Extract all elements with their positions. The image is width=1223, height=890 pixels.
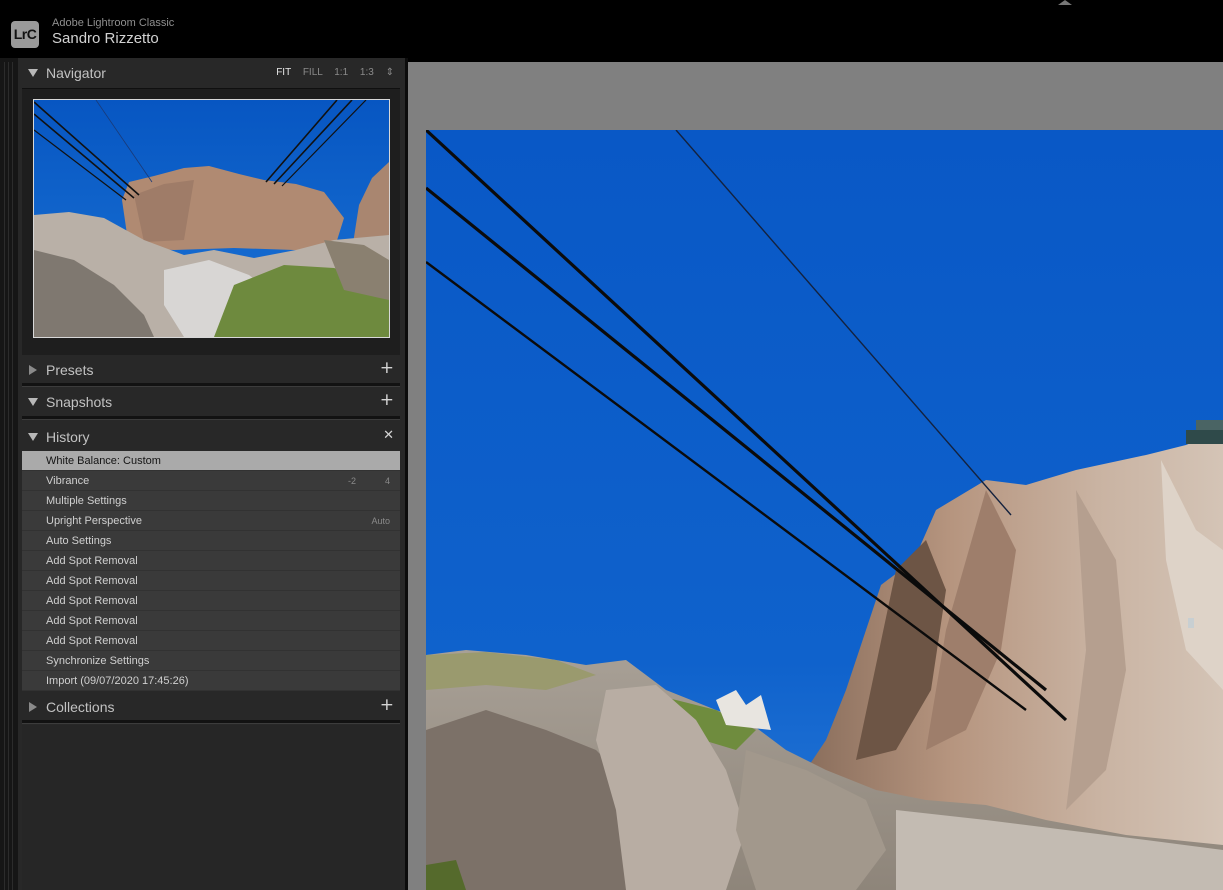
history-item[interactable]: Vibrance -2 4 — [22, 471, 400, 491]
divider — [22, 383, 400, 387]
history-item[interactable]: Auto Settings — [22, 531, 400, 551]
history-item-label: Import (09/07/2020 17:45:26) — [46, 675, 189, 687]
expand-down-icon[interactable] — [28, 432, 38, 442]
history-item-to: Auto — [371, 516, 390, 526]
history-item-to: 4 — [384, 476, 390, 486]
zoom-1-3-option[interactable]: 1:3 — [360, 67, 374, 78]
photo-image — [426, 130, 1223, 890]
loupe-photo[interactable] — [426, 130, 1223, 890]
history-item-from: -2 — [347, 476, 356, 486]
divider — [22, 720, 400, 724]
expand-right-icon[interactable] — [28, 365, 38, 375]
history-item-label: Synchronize Settings — [46, 655, 150, 667]
history-item-label: Add Spot Removal — [46, 595, 138, 607]
history-item-label: White Balance: Custom — [46, 455, 161, 467]
divider — [22, 416, 400, 420]
navigator-thumbnail-image — [34, 100, 389, 337]
left-panel-edge[interactable] — [0, 58, 18, 890]
snapshots-title: Snapshots — [46, 394, 113, 410]
app-name: Adobe Lightroom Classic — [52, 17, 175, 29]
history-item[interactable]: Upright Perspective Auto — [22, 511, 400, 531]
history-item[interactable]: Add Spot Removal — [22, 611, 400, 631]
expand-down-icon[interactable] — [28, 397, 38, 407]
history-title: History — [46, 429, 90, 445]
history-item-label: Add Spot Removal — [46, 615, 138, 627]
presets-header[interactable]: Presets + — [22, 358, 400, 384]
history-item[interactable]: Add Spot Removal — [22, 571, 400, 591]
navigator-title: Navigator — [46, 65, 106, 81]
add-preset-icon[interactable]: + — [380, 358, 394, 378]
clear-history-icon[interactable]: ✕ — [383, 428, 394, 443]
history-header[interactable]: History ✕ — [22, 425, 400, 451]
add-collection-icon[interactable]: + — [380, 695, 394, 715]
add-snapshot-icon[interactable]: + — [380, 390, 394, 410]
history-item-label: Add Spot Removal — [46, 555, 138, 567]
expand-down-icon[interactable] — [28, 68, 38, 78]
history-item[interactable]: Add Spot Removal — [22, 631, 400, 651]
history-item-label: Add Spot Removal — [46, 575, 138, 587]
history-item[interactable]: Import (09/07/2020 17:45:26) — [22, 671, 400, 691]
history-item[interactable]: Add Spot Removal — [22, 551, 400, 571]
history-item-selected[interactable]: White Balance: Custom — [22, 451, 400, 471]
history-item-label: Vibrance — [46, 475, 90, 487]
collections-area — [22, 725, 400, 890]
lightroom-logo: LrC — [11, 21, 39, 48]
identity-plate-user[interactable]: Sandro Rizzetto — [52, 30, 159, 47]
presets-title: Presets — [46, 362, 94, 378]
history-item-label: Upright Perspective — [46, 515, 142, 527]
history-item[interactable]: Multiple Settings — [22, 491, 400, 511]
zoom-1-1-option[interactable]: 1:1 — [334, 67, 348, 78]
history-item-label: Auto Settings — [46, 535, 112, 547]
zoom-stepper-icon[interactable]: ⇕ — [386, 67, 394, 78]
title-bar: LrC Adobe Lightroom Classic Sandro Rizze… — [0, 0, 1223, 58]
history-list: White Balance: Custom Vibrance -2 4 Multip… — [22, 451, 400, 691]
snapshots-header[interactable]: Snapshots + — [22, 390, 400, 416]
zoom-fill-option[interactable]: FILL — [303, 67, 323, 78]
history-item[interactable]: Synchronize Settings — [22, 651, 400, 671]
history-item-label: Multiple Settings — [46, 495, 127, 507]
navigator-thumbnail[interactable] — [33, 99, 390, 338]
zoom-fit-option[interactable]: FIT — [276, 67, 291, 78]
collections-header[interactable]: Collections + — [22, 695, 400, 721]
navigator-header[interactable]: Navigator FIT FILL 1:1 1:3 ⇕ — [22, 61, 400, 87]
zoom-options: FIT FILL 1:1 1:3 ⇕ — [267, 67, 394, 78]
history-item-label: Add Spot Removal — [46, 635, 138, 647]
expand-right-icon[interactable] — [28, 702, 38, 712]
collections-title: Collections — [46, 699, 115, 715]
history-item[interactable]: Add Spot Removal — [22, 591, 400, 611]
top-panel-toggle-icon[interactable] — [1058, 0, 1072, 5]
